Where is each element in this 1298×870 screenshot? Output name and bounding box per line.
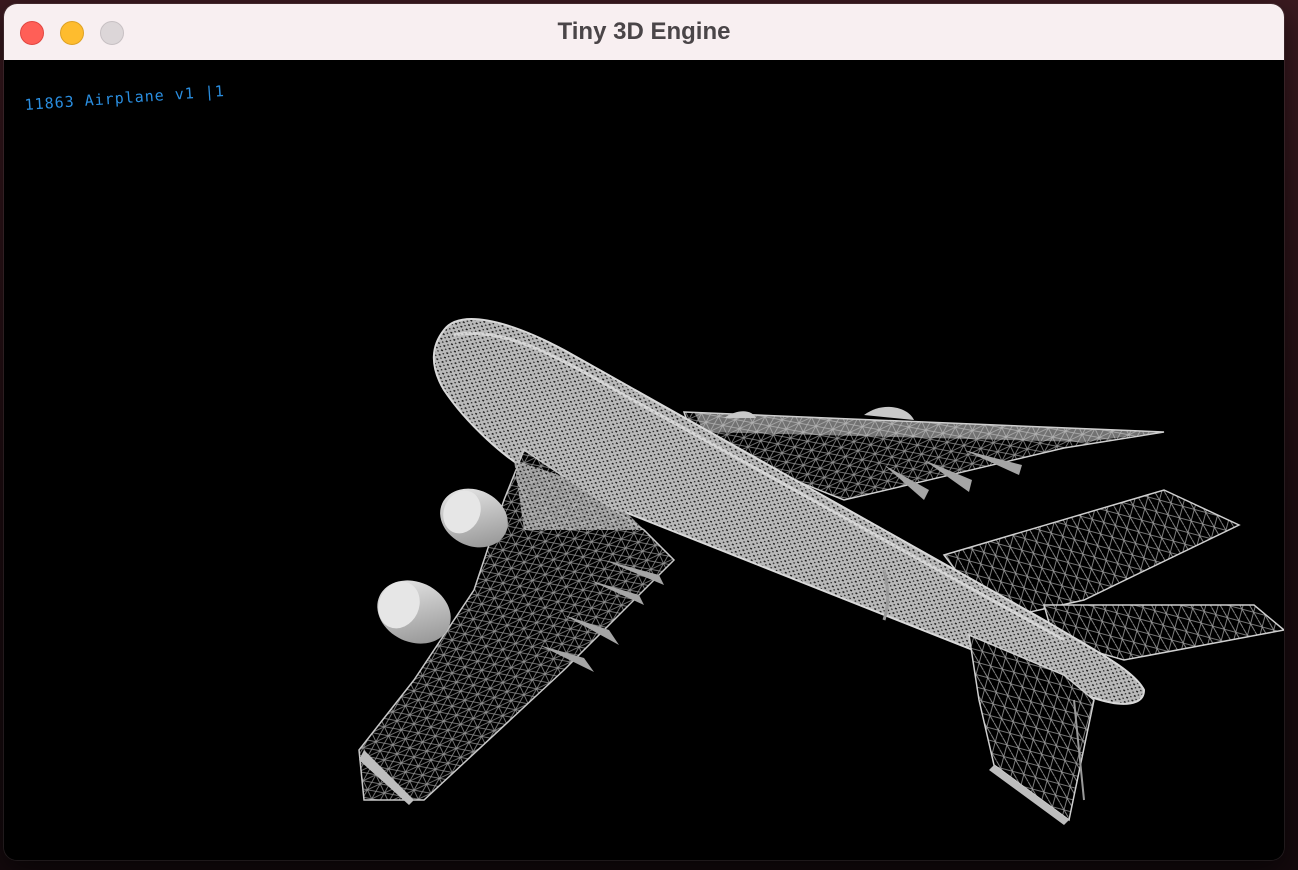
airplane-model [358,318,1284,825]
title-bar[interactable]: Tiny 3D Engine [4,4,1284,61]
render-viewport[interactable]: 11863 Airplane v1 |1 [4,60,1284,860]
app-window: Tiny 3D Engine 11863 Airplane v1 |1 [4,4,1284,860]
window-title: Tiny 3D Engine [557,18,731,45]
